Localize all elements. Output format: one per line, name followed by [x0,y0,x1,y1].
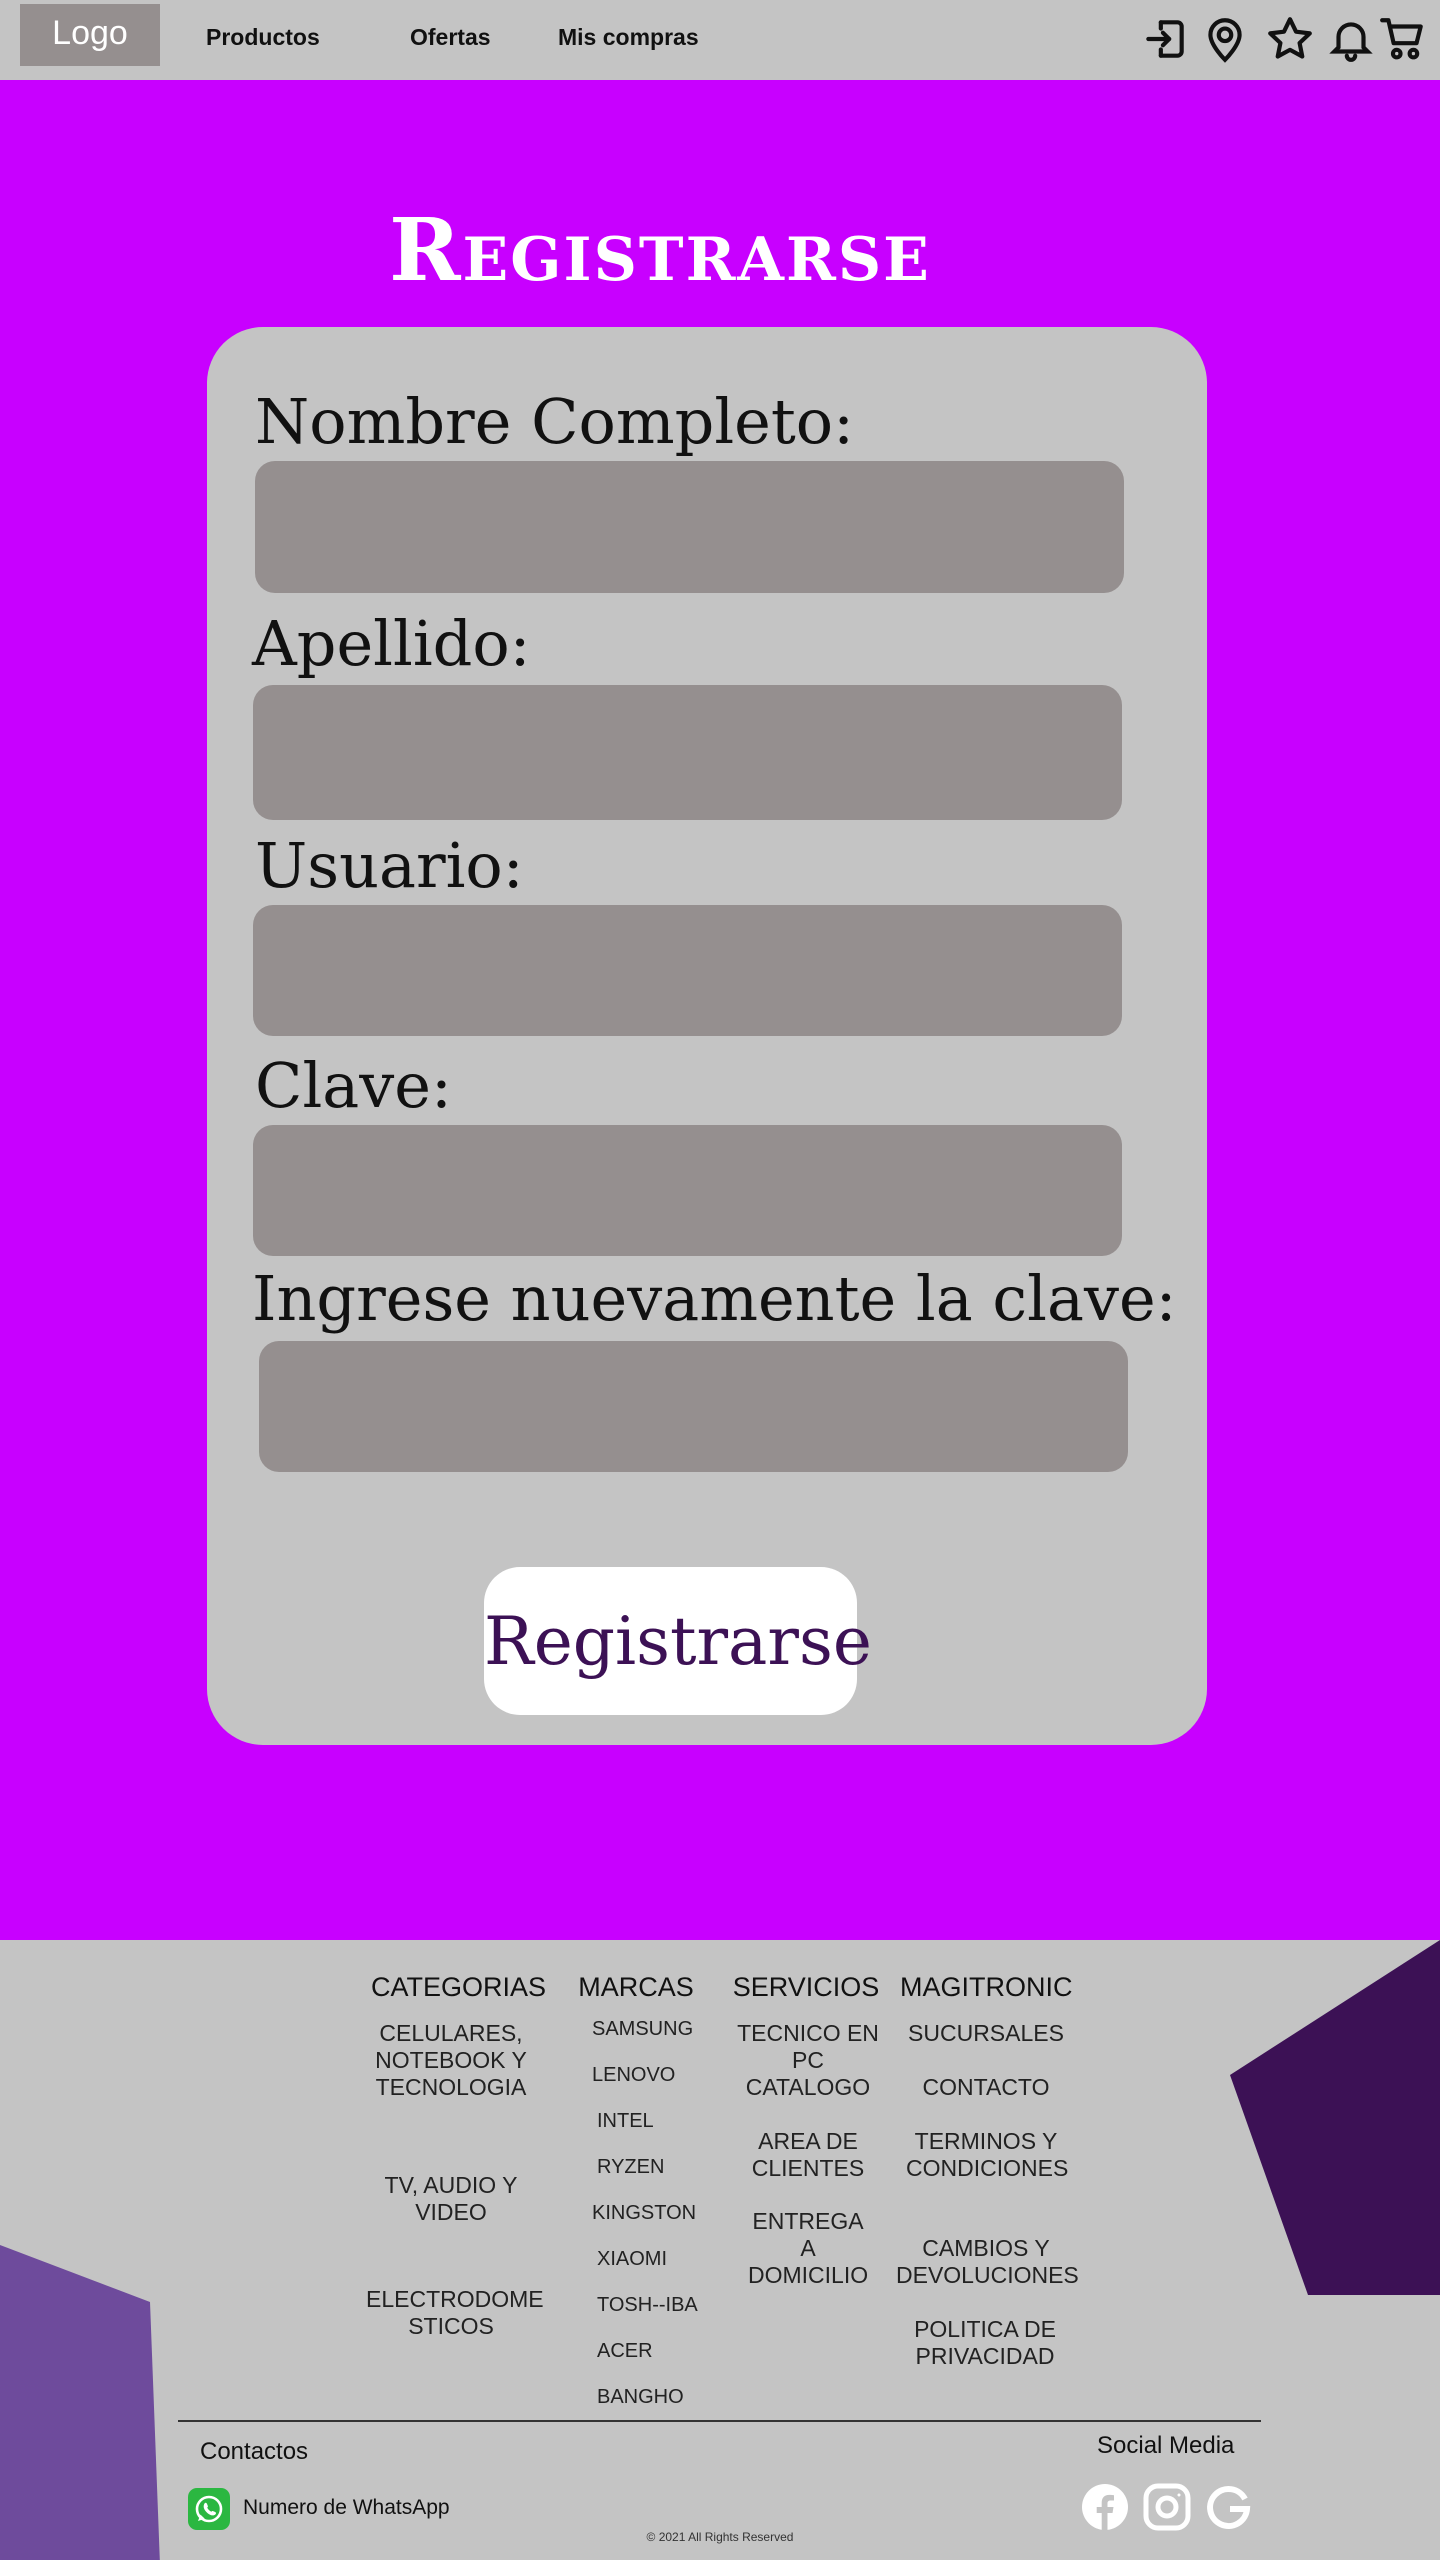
usuario-input[interactable] [253,905,1122,1036]
label-clave: Clave: [255,1049,452,1122]
footer-link-area-clientes[interactable]: AREA DE CLIENTES [748,2128,868,2182]
footer-link-tecnico-pc[interactable]: TECNICO EN PC [720,2020,896,2074]
label-nombre-completo: Nombre Completo: [255,385,854,458]
copyright-text: © 2021 All Rights Reserved [646,2530,794,2544]
facebook-icon[interactable] [1080,2482,1130,2532]
login-icon[interactable] [1140,14,1190,64]
footer-link-acer[interactable]: ACER [597,2340,653,2363]
footer-link-samsung[interactable]: SAMSUNG [592,2018,693,2041]
footer-heading-categorias: CATEGORIAS [371,1972,547,2002]
footer-link-lenovo[interactable]: LENOVO [592,2064,675,2087]
footer-link-bangho[interactable]: BANGHO [597,2386,684,2409]
footer-link-electrodomesticos[interactable]: ELECTRODOME STICOS [366,2286,544,2340]
nav-link-productos[interactable]: Productos [206,24,320,51]
confirmar-clave-input[interactable] [259,1341,1128,1472]
star-icon[interactable] [1265,14,1315,64]
label-apellido: Apellido: [252,607,531,680]
label-confirmar-clave: Ingrese nuevamente la clave: [252,1262,1177,1335]
bell-icon[interactable] [1326,14,1376,64]
footer-link-tv-audio[interactable]: TV, AUDIO Y VIDEO [371,2172,531,2226]
decorative-shape-left [0,2245,160,2560]
nombre-completo-input[interactable] [255,461,1124,593]
footer-link-celulares[interactable]: CELULARES, NOTEBOOK Y TECNOLOGIA [366,2020,536,2101]
footer-heading-servicios: SERVICIOS [732,1972,880,2002]
nav-link-ofertas[interactable]: Ofertas [410,24,491,51]
footer-divider [178,2420,1261,2422]
footer-link-cambios[interactable]: CAMBIOS Y DEVOLUCIONES [896,2235,1079,2289]
footer-heading-magitronic: MAGITRONIC [900,1972,1073,2002]
label-usuario: Usuario: [255,829,524,902]
footer-link-terminos[interactable]: TERMINOS Y CONDICIONES [906,2128,1068,2182]
google-icon[interactable] [1204,2482,1254,2532]
footer-link-contacto[interactable]: CONTACTO [906,2074,1066,2101]
footer-link-entrega-domicilio[interactable]: ENTREGA A DOMICILIO [748,2208,868,2289]
whatsapp-icon[interactable] [188,2488,230,2530]
cart-icon[interactable] [1378,14,1428,64]
location-icon[interactable] [1200,14,1250,64]
social-media-heading: Social Media [1097,2432,1235,2459]
footer-link-toshiba[interactable]: TOSH--IBA [597,2294,698,2317]
page-title: Registrarse [389,200,931,301]
footer-heading-marcas: MARCAS [578,1972,694,2002]
footer-link-sucursales[interactable]: SUCURSALES [906,2020,1066,2047]
instagram-icon[interactable] [1142,2482,1192,2532]
footer-link-ryzen[interactable]: RYZEN [597,2156,664,2179]
nav-link-mis-compras[interactable]: Mis compras [558,24,699,51]
footer-link-catalogo[interactable]: CATALOGO [740,2074,876,2101]
footer-link-intel[interactable]: INTEL [597,2110,654,2133]
apellido-input[interactable] [253,685,1122,820]
registrarse-button[interactable]: Registrarse [484,1567,872,1715]
footer-link-politica[interactable]: POLITICA DE PRIVACIDAD [900,2316,1070,2370]
whatsapp-number[interactable]: Numero de WhatsApp [243,2496,450,2520]
logo[interactable]: Logo [20,4,160,66]
register-form-card: Nombre Completo: Apellido: Usuario: Clav… [207,327,1207,1745]
footer: CATEGORIAS CELULARES, NOTEBOOK Y TECNOLO… [0,1940,1440,2560]
clave-input[interactable] [253,1125,1122,1256]
decorative-shape-right [1230,1940,1440,2295]
footer-link-kingston[interactable]: KINGSTON [592,2202,696,2225]
contactos-heading: Contactos [200,2438,309,2465]
footer-link-xiaomi[interactable]: XIAOMI [597,2248,667,2271]
top-navbar: Logo Productos Ofertas Mis compras [0,0,1440,80]
